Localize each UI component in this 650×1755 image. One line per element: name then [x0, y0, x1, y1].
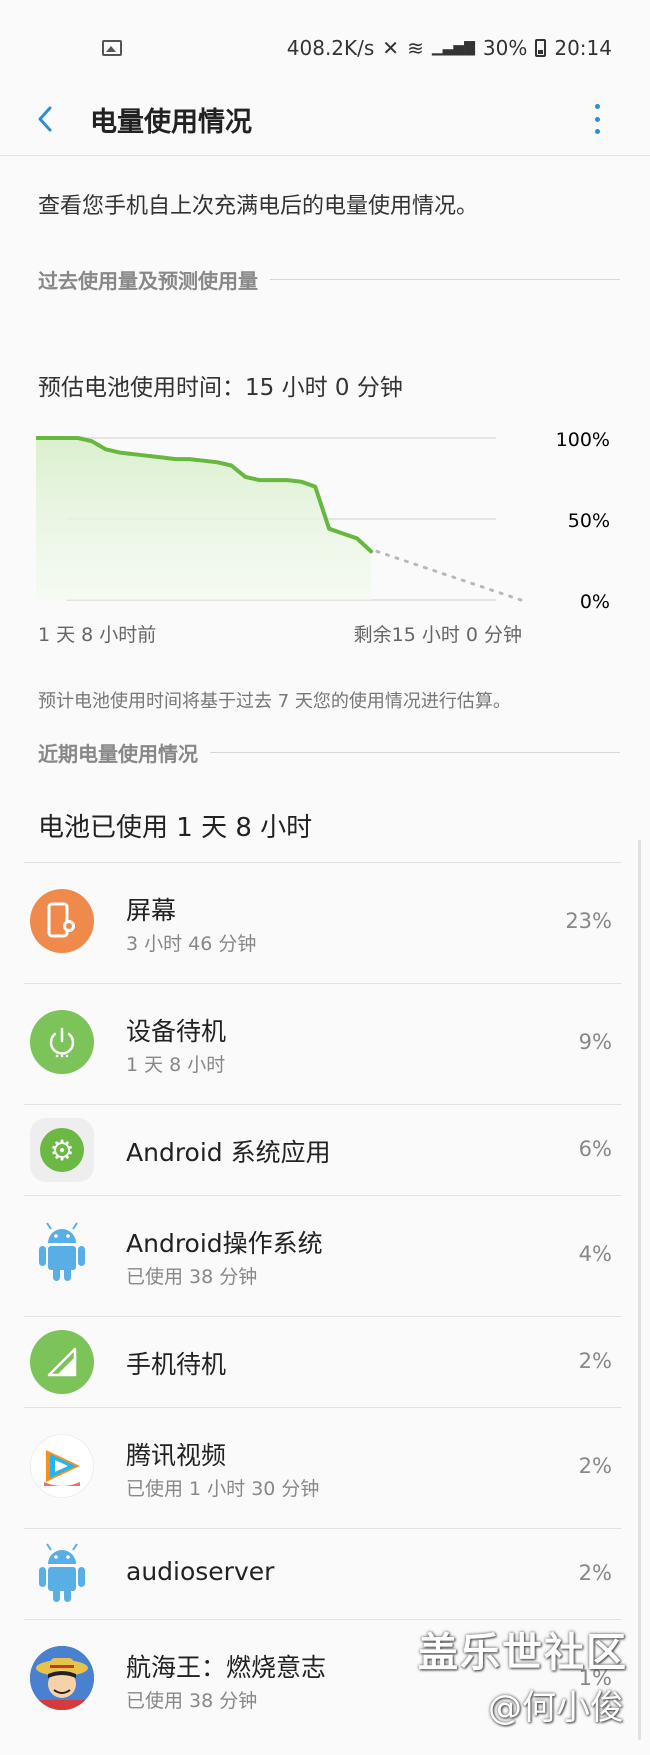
list-item-screen[interactable]: 屏幕 3 小时 46 分钟 23% [24, 862, 622, 983]
signal-icon [30, 1330, 94, 1394]
android-icon [30, 1541, 94, 1605]
item-name: 屏幕 [126, 896, 177, 925]
item-name: audioserver [126, 1557, 275, 1586]
item-percent: 2% [578, 1454, 612, 1478]
past-usage-section-header: 过去使用量及预测使用量 [38, 265, 620, 294]
clock: 20:14 [554, 36, 612, 60]
item-duration: 已使用 38 分钟 [126, 1690, 258, 1712]
section-title: 近期电量使用情况 [38, 742, 198, 766]
watermark-author: @何小俊 [488, 1688, 624, 1728]
back-arrow-icon[interactable] [34, 104, 58, 134]
recent-usage-section-header: 近期电量使用情况 [38, 738, 620, 767]
settings-gear-icon: ⚙ [30, 1118, 94, 1182]
scrollbar[interactable] [638, 840, 641, 1740]
x-axis-start-label: 1 天 8 小时前 [38, 624, 157, 646]
section-title: 过去使用量及预测使用量 [38, 269, 258, 293]
battery-percent: 30% [482, 36, 528, 60]
list-item-tencent-video[interactable]: 腾讯视频 已使用 1 小时 30 分钟 2% [24, 1407, 622, 1528]
mute-icon: ✕ [382, 36, 400, 60]
list-item-audioserver[interactable]: audioserver 2% [24, 1528, 622, 1619]
item-duration: 3 小时 46 分钟 [126, 933, 257, 955]
item-name: Android操作系统 [126, 1229, 323, 1258]
list-item-android-system-apps[interactable]: ⚙ Android 系统应用 6% [24, 1104, 622, 1195]
item-name: 设备待机 [126, 1017, 227, 1046]
status-bar-right: 408.2K/s ✕ ≋ ▁▃▅▇ 30% 20:14 [287, 36, 612, 60]
page-title: 电量使用情况 [90, 107, 252, 138]
item-percent: 9% [578, 1030, 612, 1054]
item-percent: 6% [578, 1137, 612, 1161]
tencent-video-icon [30, 1434, 94, 1498]
battery-used-duration: 电池已使用 1 天 8 小时 [38, 813, 313, 843]
item-name: 腾讯视频 [126, 1441, 227, 1470]
network-speed: 408.2K/s [286, 36, 375, 60]
item-duration: 已使用 38 分钟 [126, 1266, 258, 1288]
phone-brightness-icon [30, 889, 94, 953]
cell-signal-icon: ▁▃▅▇ [431, 40, 475, 56]
estimate-note: 预计电池使用时间将基于过去 7 天您的使用情况进行估算。 [38, 691, 511, 712]
item-percent: 2% [578, 1561, 612, 1585]
y-tick-100: 100% [556, 429, 610, 451]
more-options-icon[interactable] [590, 104, 604, 134]
intro-text: 查看您手机自上次充满电后的电量使用情况。 [38, 194, 479, 219]
item-percent: 23% [565, 909, 612, 933]
power-icon [30, 1010, 94, 1074]
app-bar-divider [0, 155, 650, 156]
y-tick-0: 0% [580, 591, 610, 613]
item-name: 航海王：燃烧意志 [126, 1653, 327, 1682]
gallery-notification-icon [102, 40, 122, 56]
y-tick-50: 50% [568, 510, 610, 532]
battery-usage-chart: 100% 50% 0% [36, 429, 610, 613]
item-name: Android 系统应用 [126, 1138, 331, 1167]
x-axis-end-label: 剩余15 小时 0 分钟 [353, 624, 522, 646]
item-duration: 已使用 1 小时 30 分钟 [126, 1478, 320, 1500]
list-item-android-os[interactable]: Android操作系统 已使用 38 分钟 4% [24, 1195, 622, 1316]
item-duration: 1 天 8 小时 [126, 1054, 226, 1076]
usage-list: 屏幕 3 小时 46 分钟 23% 设备待机 1 天 8 小时 9% ⚙ And… [24, 862, 622, 1740]
forecast-line [375, 549, 523, 602]
list-item-phone-idle[interactable]: 手机待机 2% [24, 1316, 622, 1407]
android-icon [30, 1220, 94, 1284]
item-name: 手机待机 [126, 1350, 227, 1379]
watermark-community: 盖乐世社区 [418, 1630, 628, 1676]
list-item-device-idle[interactable]: 设备待机 1 天 8 小时 9% [24, 983, 622, 1104]
estimated-battery-time: 预估电池使用时间：15 小时 0 分钟 [38, 375, 403, 401]
battery-icon [535, 39, 547, 57]
one-piece-game-icon [30, 1646, 94, 1710]
status-bar: 408.2K/s ✕ ≋ ▁▃▅▇ 30% 20:14 [0, 0, 650, 96]
wifi-icon: ≋ [407, 36, 424, 60]
item-percent: 2% [578, 1349, 612, 1373]
item-percent: 4% [578, 1242, 612, 1266]
